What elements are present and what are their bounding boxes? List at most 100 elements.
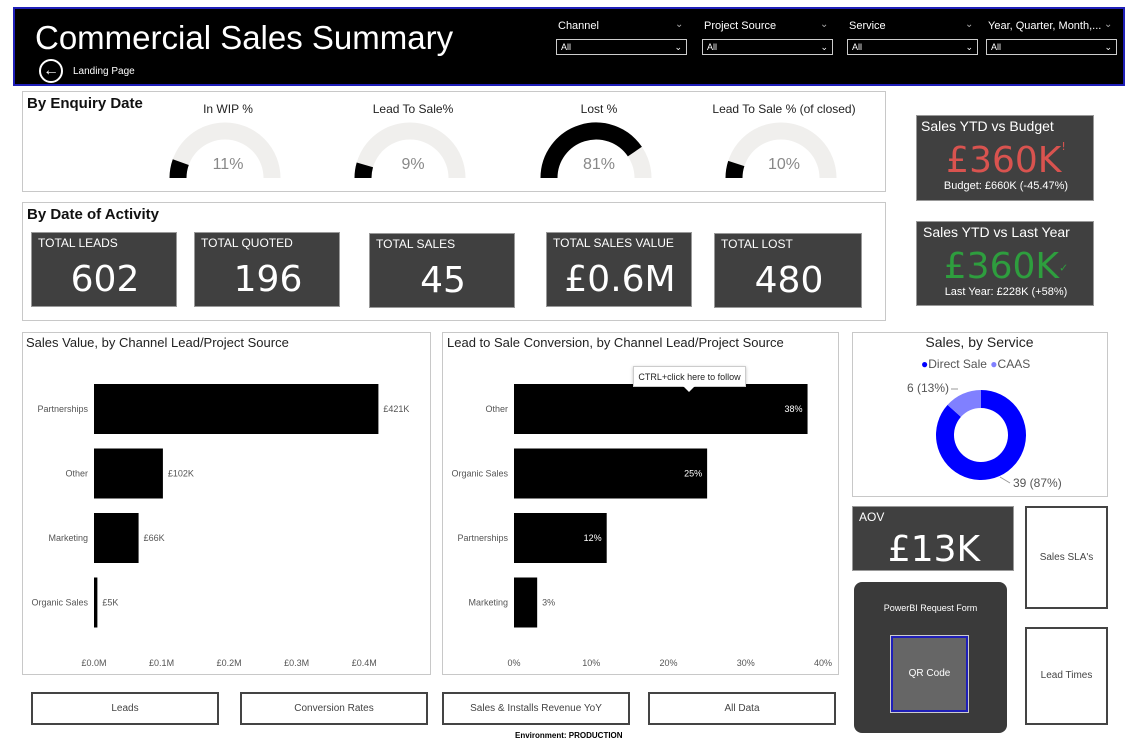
donut-label: 6 (13%) xyxy=(907,381,949,395)
slicer-project-source-dropdown[interactable]: All ⌄ xyxy=(702,39,833,55)
gauge-arc xyxy=(725,122,837,179)
kpi-label: TOTAL SALES VALUE xyxy=(553,236,674,250)
category-label: Other xyxy=(485,404,508,414)
gauge-arc xyxy=(354,122,466,179)
chevron-down-icon: ⌄ xyxy=(674,42,682,52)
sales-value-bar-chart: Partnerships £421K Other £102K Marketing £66K… xyxy=(31,384,409,668)
bar[interactable] xyxy=(94,384,379,434)
gauge-value: 11% xyxy=(212,156,244,173)
kpi-card-total-sales-value: TOTAL SALES VALUE £0.6M xyxy=(546,232,692,307)
slicer-channel-dropdown[interactable]: All ⌄ xyxy=(556,39,687,55)
slicer-service-label: Service xyxy=(849,20,886,32)
category-label: Marketing xyxy=(468,598,508,608)
kpi-value: 196 xyxy=(233,259,303,300)
chevron-down-icon[interactable]: ⌄ xyxy=(965,19,973,30)
nav-conversion-rates-button[interactable]: Conversion Rates xyxy=(240,692,428,725)
data-label: 12% xyxy=(584,533,602,543)
sales-by-service-donut: 6 (13%) 39 (87%) xyxy=(907,381,1062,490)
slicer-date-label: Year, Quarter, Month,... xyxy=(988,20,1102,32)
kpi-card-total-quoted: TOTAL QUOTED 196 xyxy=(194,232,340,307)
sales-sla-button[interactable]: Sales SLA's xyxy=(1025,506,1108,609)
gauge-title: Lost % xyxy=(580,102,618,116)
nav-all-data-button[interactable]: All Data xyxy=(648,692,836,725)
tooltip-pointer xyxy=(683,386,695,392)
kpi-label: TOTAL QUOTED xyxy=(201,236,293,250)
donut-label: 39 (87%) xyxy=(1013,476,1062,490)
request-form-title: PowerBI Request Form xyxy=(883,603,978,613)
aov-card: AOV £13K xyxy=(852,506,1014,571)
page-title: Commercial Sales Summary xyxy=(35,19,454,56)
tick-label: 10% xyxy=(582,658,600,668)
slicer-date-value: All xyxy=(991,42,1002,52)
alert-icon: ! xyxy=(1061,140,1066,153)
aov-value: £13K xyxy=(887,529,981,570)
category-label: Partnerships xyxy=(457,533,508,543)
tick-label: 20% xyxy=(659,658,677,668)
chevron-down-icon: ⌄ xyxy=(1104,42,1112,52)
kpi-value: 480 xyxy=(754,260,824,301)
category-label: Organic Sales xyxy=(451,469,508,479)
data-label: £102K xyxy=(168,469,194,479)
bar[interactable] xyxy=(94,448,163,499)
chevron-down-icon[interactable]: ⌄ xyxy=(675,19,683,30)
bar[interactable] xyxy=(94,577,98,628)
tick-label: £0.1M xyxy=(149,658,174,668)
landing-page-link[interactable]: Landing Page xyxy=(73,66,135,77)
aov-label: AOV xyxy=(859,510,885,524)
kpi-value: 45 xyxy=(420,260,466,301)
tick-label: £0.4M xyxy=(352,658,377,668)
powerbi-request-form-card[interactable]: PowerBI Request Form QR Code xyxy=(854,582,1007,733)
chevron-down-icon: ⌄ xyxy=(820,42,828,52)
bar[interactable] xyxy=(514,448,708,499)
back-arrow-icon[interactable]: ← xyxy=(39,59,63,83)
activity-section-title: By Date of Activity xyxy=(27,206,159,223)
chevron-down-icon[interactable]: ⌄ xyxy=(820,19,828,30)
tick-label: £0.2M xyxy=(217,658,242,668)
kpi-label: TOTAL LOST xyxy=(721,237,793,251)
card-value-text: £360K xyxy=(943,246,1059,287)
bar[interactable] xyxy=(94,513,139,563)
slicer-service-dropdown[interactable]: All ⌄ xyxy=(847,39,978,55)
data-label: £5K xyxy=(102,598,118,608)
data-label: 25% xyxy=(684,469,702,479)
category-label: Other xyxy=(65,469,88,479)
gauge-title: In WIP % xyxy=(203,102,253,116)
data-label: 3% xyxy=(542,598,555,608)
data-label: £66K xyxy=(144,533,165,543)
kpi-value: £0.6M xyxy=(564,259,676,300)
kpi-card-total-lost: TOTAL LOST 480 xyxy=(714,233,862,308)
tick-label: 30% xyxy=(737,658,755,668)
data-label: 38% xyxy=(785,404,803,414)
enquiry-section-title: By Enquiry Date xyxy=(27,95,143,112)
leader-line xyxy=(999,476,1011,484)
tick-label: £0.3M xyxy=(284,658,309,668)
chevron-down-icon[interactable]: ⌄ xyxy=(1104,19,1112,30)
tick-label: 40% xyxy=(814,658,832,668)
slicer-channel-value: All xyxy=(561,42,572,52)
slicer-date-dropdown[interactable]: All ⌄ xyxy=(986,39,1117,55)
card-subtitle: Budget: £660K (-45.47%) xyxy=(943,180,1069,192)
tick-label: 0% xyxy=(507,658,520,668)
chevron-down-icon: ⌄ xyxy=(965,42,973,52)
nav-revenue-yoy-button[interactable]: Sales & Installs Revenue YoY xyxy=(442,692,630,725)
bar[interactable] xyxy=(514,577,538,628)
follow-link-tooltip: CTRL+click here to follow xyxy=(633,366,746,387)
gauge-lead-to-sale-closed: Lead To Sale % (of closed) 10% xyxy=(694,102,874,182)
slicer-service-value: All xyxy=(852,42,863,52)
qr-code-image[interactable]: QR Code xyxy=(890,635,969,713)
kpi-card-total-leads: TOTAL LEADS 602 xyxy=(31,232,177,307)
lead-times-button[interactable]: Lead Times xyxy=(1025,627,1108,725)
tick-label: £0.0M xyxy=(81,658,106,668)
sales-ytd-vs-last-year-card: Sales YTD vs Last Year £360K✓ Last Year:… xyxy=(916,221,1094,306)
gauge-lost: Lost % 81% xyxy=(539,102,659,182)
bar[interactable] xyxy=(514,384,808,434)
kpi-label: TOTAL LEADS xyxy=(38,236,118,250)
card-subtitle: Last Year: £228K (+58%) xyxy=(944,286,1068,298)
kpi-value: 602 xyxy=(70,259,140,300)
nav-leads-button[interactable]: Leads xyxy=(31,692,219,725)
check-icon: ✓ xyxy=(1059,261,1069,275)
card-title: Sales YTD vs Last Year xyxy=(923,224,1070,240)
card-value: £360K! xyxy=(917,140,1095,181)
gauge-lead-to-sale: Lead To Sale% 9% xyxy=(353,102,473,182)
gauge-value: 10% xyxy=(767,156,801,173)
